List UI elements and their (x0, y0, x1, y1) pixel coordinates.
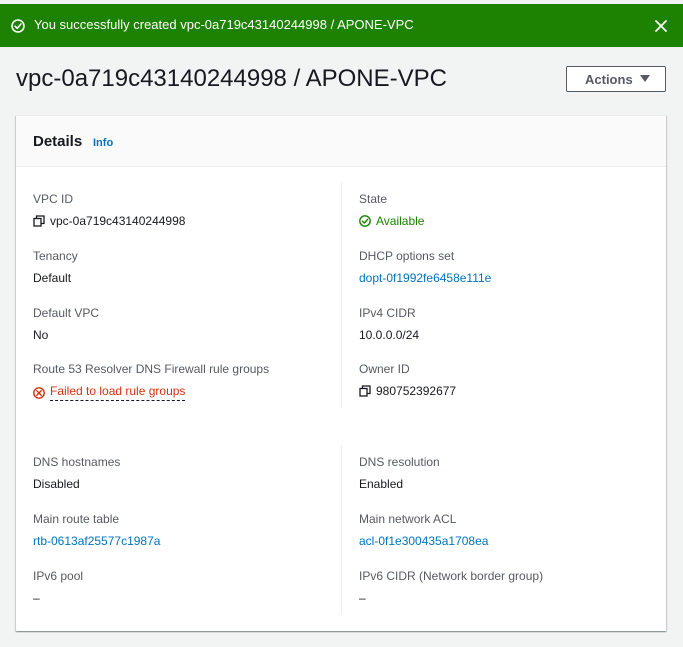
field-label: DNS resolution (359, 455, 440, 469)
dhcp-options-field: DHCP options set dopt-0f1992fe6458e111e (359, 249, 491, 285)
main-network-acl-field: Main network ACL acl-0f1e300435a1708ea (359, 512, 488, 548)
default-vpc-field: Default VPC No (33, 306, 99, 342)
owner-id-value: 980752392677 (376, 384, 457, 398)
state-value: Available (376, 214, 425, 228)
copy-icon[interactable] (359, 385, 371, 397)
field-label: Main route table (33, 512, 120, 526)
dns-resolution-field: DNS resolution Enabled (359, 455, 440, 491)
field-label: VPC ID (33, 192, 74, 206)
field-label: Route 53 Resolver DNS Firewall rule grou… (33, 362, 270, 376)
check-circle-icon (11, 19, 25, 33)
actions-button-label: Actions (585, 72, 633, 87)
field-label: Tenancy (33, 249, 78, 263)
main-route-table-link[interactable]: rtb-0613af25577c1987a (33, 534, 160, 548)
info-link[interactable]: Info (93, 137, 113, 149)
field-label: IPv6 CIDR (Network border group) (359, 569, 544, 583)
field-label: Owner ID (359, 362, 410, 376)
error-icon (33, 386, 45, 399)
success-flash-banner: You successfully created vpc-0a719c43140… (0, 4, 683, 47)
tenancy-value: Default (33, 271, 72, 285)
dns-firewall-field: Route 53 Resolver DNS Firewall rule grou… (33, 362, 269, 401)
copy-icon[interactable] (33, 215, 45, 227)
ipv6-pool-field: IPv6 pool – (33, 569, 83, 605)
tenancy-field: Tenancy Default (33, 249, 78, 285)
owner-id-field: Owner ID 980752392677 (359, 362, 456, 398)
close-icon[interactable] (654, 19, 668, 33)
banner-message: You successfully created vpc-0a719c43140… (34, 17, 414, 32)
default-vpc-value: No (33, 328, 49, 342)
field-label: DNS hostnames (33, 455, 121, 469)
dns-hostnames-value: Disabled (33, 477, 80, 491)
field-label: IPv6 pool (33, 569, 84, 583)
ipv4-cidr-value: 10.0.0.0/24 (359, 328, 420, 342)
column-divider (341, 182, 342, 408)
dns-resolution-value: Enabled (359, 477, 404, 491)
field-label: IPv4 CIDR (359, 306, 416, 320)
ipv6-pool-value: – (33, 591, 40, 605)
details-panel: Details Info VPC ID vpc-0a719c4314024499… (16, 115, 666, 631)
dhcp-options-link[interactable]: dopt-0f1992fe6458e111e (359, 271, 491, 285)
field-label: Default VPC (33, 306, 100, 320)
ipv6-cidr-value: – (359, 591, 366, 605)
state-field: State Available (359, 192, 424, 228)
check-circle-icon (359, 215, 371, 227)
column-divider (341, 445, 342, 615)
details-panel-header: Details Info (16, 116, 666, 167)
ipv6-cidr-field: IPv6 CIDR (Network border group) – (359, 569, 543, 605)
actions-button[interactable]: Actions (566, 66, 666, 92)
field-label: Main network ACL (359, 512, 457, 526)
details-heading: Details (33, 133, 83, 150)
field-label: State (359, 192, 388, 206)
caret-down-icon (640, 75, 650, 82)
dns-firewall-error[interactable]: Failed to load rule groups (50, 384, 186, 401)
vpc-id-field: VPC ID vpc-0a719c43140244998 (33, 192, 185, 228)
vpc-id-value: vpc-0a719c43140244998 (50, 214, 186, 228)
main-route-table-field: Main route table rtb-0613af25577c1987a (33, 512, 160, 548)
main-network-acl-link[interactable]: acl-0f1e300435a1708ea (359, 534, 488, 548)
dns-hostnames-field: DNS hostnames Disabled (33, 455, 120, 491)
field-label: DHCP options set (359, 249, 455, 263)
ipv4-cidr-field: IPv4 CIDR 10.0.0.0/24 (359, 306, 419, 342)
page-title: vpc-0a719c43140244998 / APONE-VPC (16, 65, 447, 92)
